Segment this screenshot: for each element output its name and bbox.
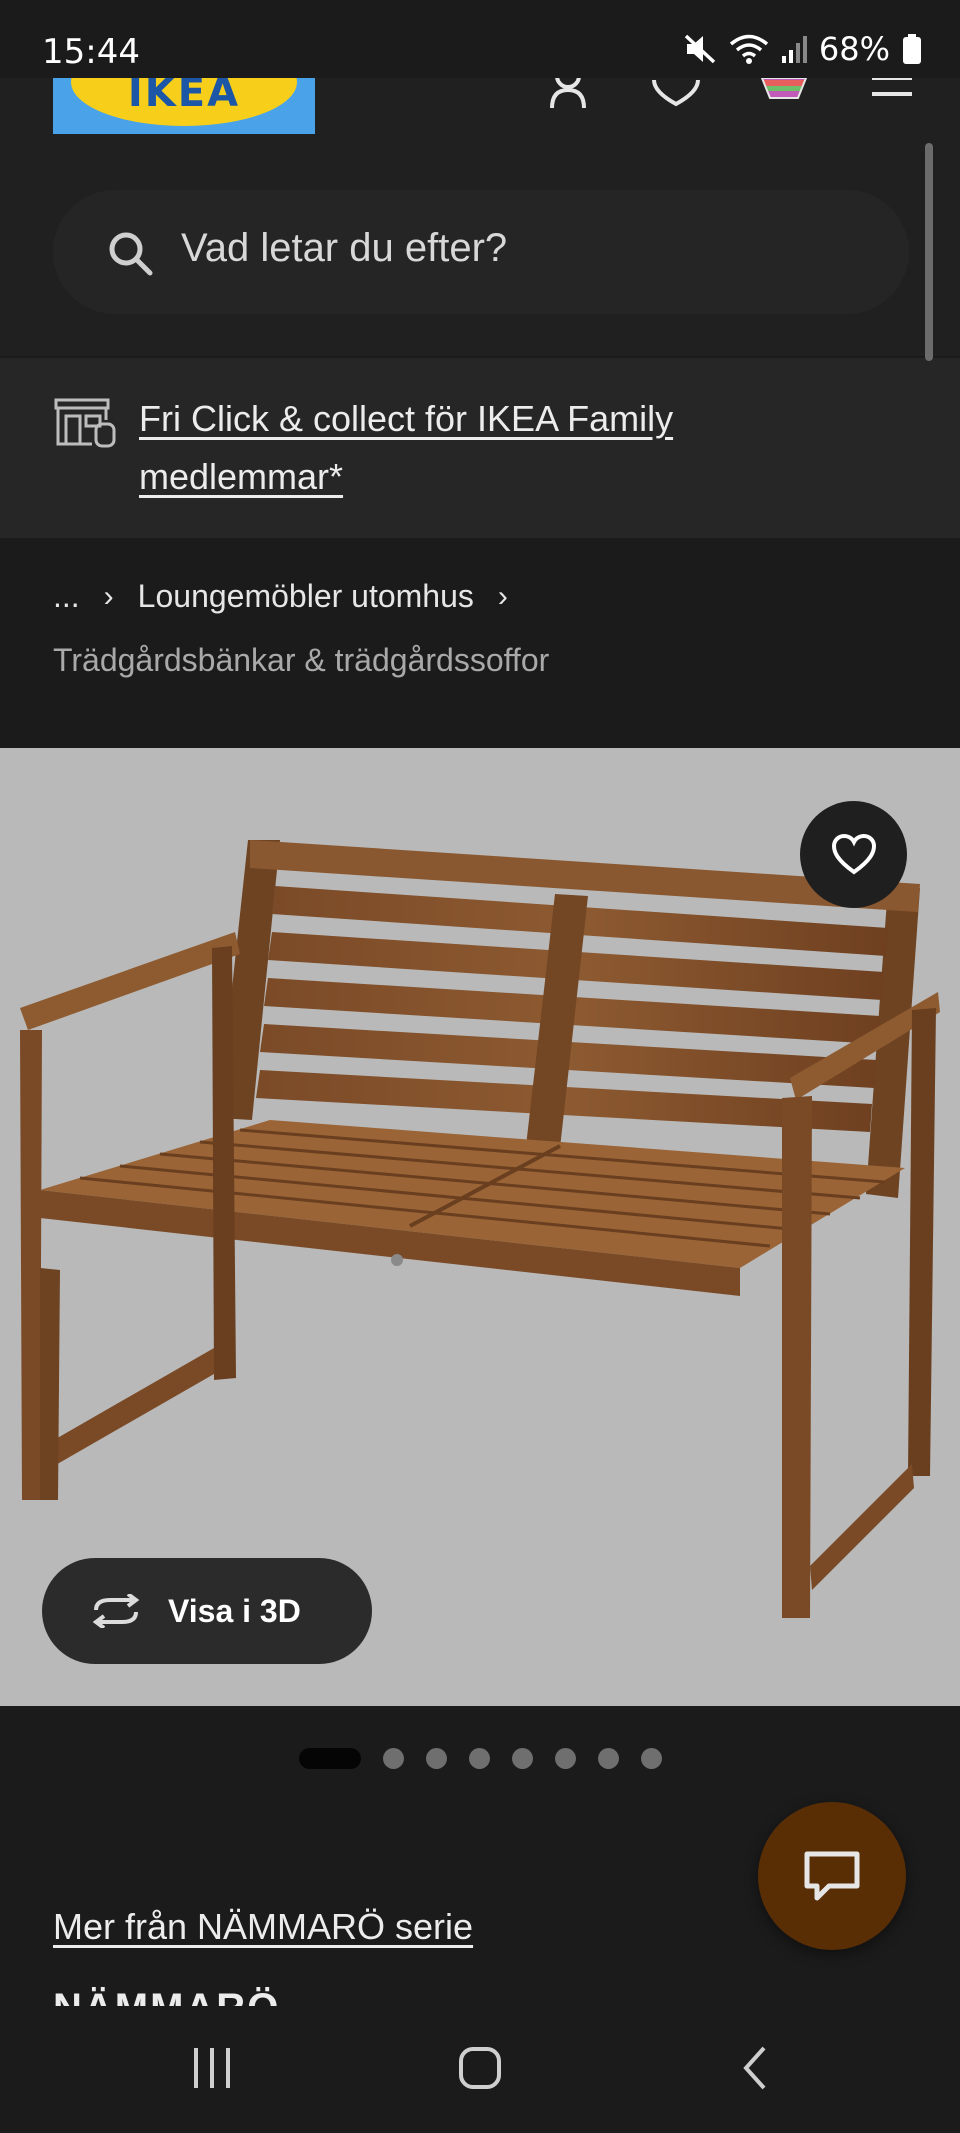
carousel-dot[interactable]	[511, 1748, 533, 1769]
breadcrumb-ellipsis[interactable]: ...	[53, 578, 80, 615]
chat-button[interactable]	[758, 1802, 906, 1950]
battery-percent: 68%	[818, 30, 890, 68]
system-navigation-bar	[0, 2006, 960, 2133]
breadcrumb-parent[interactable]: Loungemöbler utomhus	[138, 578, 474, 615]
view-in-3d-button[interactable]: Visa i 3D	[42, 1558, 372, 1664]
click-collect-link[interactable]: Fri Click & collect för IKEA Family medl…	[139, 390, 859, 506]
wifi-icon	[729, 34, 768, 64]
signal-icon	[781, 36, 807, 63]
carousel-dot[interactable]	[640, 1748, 662, 1769]
search-input[interactable]: Vad letar du efter?	[53, 190, 909, 314]
shopping-bag-icon[interactable]	[756, 78, 812, 108]
chevron-right-icon: ›	[497, 579, 508, 613]
carousel-dot[interactable]	[468, 1748, 490, 1769]
account-icon[interactable]	[540, 78, 596, 108]
promo-banner: Fri Click & collect för IKEA Family medl…	[0, 358, 960, 538]
status-icons: 68%	[683, 30, 922, 68]
carousel-dot[interactable]	[425, 1748, 447, 1769]
heart-icon[interactable]	[648, 78, 704, 108]
search-icon	[109, 232, 153, 276]
breadcrumb-current[interactable]: Trädgårdsbänkar & trädgårdssoffor	[53, 642, 549, 679]
status-time: 15:44	[42, 32, 140, 72]
search-placeholder: Vad letar du efter?	[181, 226, 508, 270]
header-actions	[540, 78, 920, 108]
battery-icon	[903, 34, 921, 64]
series-link[interactable]: Mer från NÄMMARÖ serie	[53, 1906, 473, 1948]
recent-apps-icon[interactable]	[190, 2046, 234, 2090]
mute-icon	[684, 34, 716, 64]
ikea-logo[interactable]: IKEA	[53, 78, 315, 134]
add-to-favorites-button[interactable]	[800, 801, 907, 908]
status-bar: 15:44 68%	[0, 0, 960, 78]
view-in-3d-label: Visa i 3D	[168, 1592, 301, 1629]
menu-icon[interactable]	[864, 78, 920, 108]
site-header: IKEA Vad letar du efter?	[0, 78, 960, 356]
carousel-dot[interactable]	[298, 1748, 361, 1769]
image-carousel-indicator	[0, 1748, 960, 1769]
product-image-gallery[interactable]: Visa i 3D	[0, 748, 960, 1706]
home-icon[interactable]	[458, 2046, 502, 2090]
carousel-dot[interactable]	[554, 1748, 576, 1769]
chat-bubble-icon	[804, 1851, 860, 1901]
logo-text: IKEA	[127, 78, 241, 116]
rotate-3d-icon	[92, 1594, 140, 1628]
scrollbar-thumb[interactable]	[925, 143, 933, 361]
breadcrumb: ... › Loungemöbler utomhus › Trädgårdsbä…	[0, 538, 960, 748]
carousel-dot[interactable]	[382, 1748, 404, 1769]
back-icon[interactable]	[734, 2046, 778, 2090]
product-name: NÄMMARÖ	[53, 1986, 280, 2006]
heart-icon	[831, 833, 876, 874]
carousel-dot[interactable]	[597, 1748, 619, 1769]
store-pickup-icon	[54, 398, 116, 448]
chevron-right-icon: ›	[103, 579, 114, 613]
breadcrumb-trail: ... › Loungemöbler utomhus ›	[53, 578, 532, 615]
